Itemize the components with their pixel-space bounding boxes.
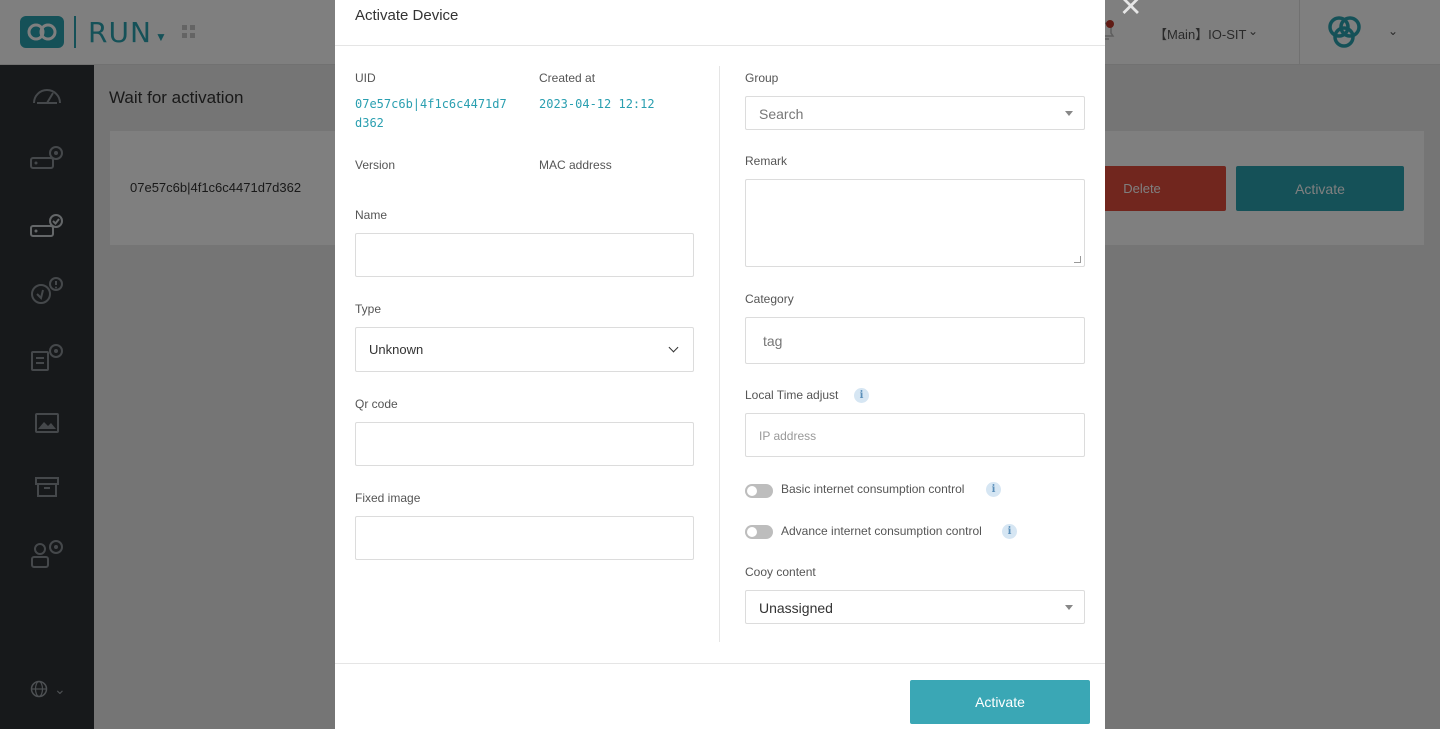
basic-consumption-toggle[interactable] xyxy=(745,484,773,498)
remark-textarea[interactable] xyxy=(745,179,1085,267)
name-label: Name xyxy=(355,208,388,222)
fixed-image-input[interactable] xyxy=(355,516,694,560)
uid-value-line2: d362 xyxy=(355,116,384,130)
resize-handle-icon[interactable] xyxy=(1074,256,1081,263)
uid-label: UID xyxy=(355,71,376,85)
group-label: Group xyxy=(745,71,779,85)
category-placeholder: tag xyxy=(763,333,783,349)
type-select-value: Unknown xyxy=(369,342,424,357)
ip-address-placeholder: IP address xyxy=(759,429,817,443)
dialog-footer: Activate xyxy=(335,663,1105,729)
remark-label: Remark xyxy=(745,154,788,168)
category-tag-input[interactable]: tag xyxy=(745,317,1085,364)
info-icon[interactable]: i xyxy=(986,482,1001,497)
basic-consumption-label: Basic internet consumption control xyxy=(781,482,965,496)
copy-content-select[interactable]: Unassigned xyxy=(745,590,1085,624)
uid-value-line1: 07e57c6b|4f1c6c4471d7 xyxy=(355,97,507,111)
ip-address-input[interactable]: IP address xyxy=(745,413,1085,457)
copy-content-label: Cooy content xyxy=(745,565,816,579)
qr-code-label: Qr code xyxy=(355,397,398,411)
dialog-title: Activate Device xyxy=(355,7,459,24)
chevron-down-icon xyxy=(668,342,679,353)
close-icon[interactable]: ✕ xyxy=(1119,0,1142,23)
group-search-placeholder: Search xyxy=(759,106,804,122)
version-label: Version xyxy=(355,158,396,172)
name-input[interactable] xyxy=(355,233,694,277)
activate-submit-button[interactable]: Activate xyxy=(910,680,1090,724)
advance-consumption-label: Advance internet consumption control xyxy=(781,524,982,538)
caret-down-icon xyxy=(1065,111,1073,116)
group-select[interactable]: Search xyxy=(745,96,1085,130)
type-select[interactable]: Unknown xyxy=(355,327,694,372)
category-label: Category xyxy=(745,292,794,306)
copy-content-value: Unassigned xyxy=(759,600,833,616)
created-at-label: Created at xyxy=(539,71,596,85)
fixed-image-label: Fixed image xyxy=(355,491,421,505)
dialog-header: Activate Device ✕ xyxy=(335,0,1142,46)
caret-down-icon xyxy=(1065,605,1073,610)
advance-consumption-toggle[interactable] xyxy=(745,525,773,539)
local-time-adjust-label: Local Time adjust xyxy=(745,388,839,402)
info-icon[interactable]: i xyxy=(854,388,869,403)
mac-address-label: MAC address xyxy=(539,158,612,172)
qr-code-input[interactable] xyxy=(355,422,694,466)
activate-device-dialog: Activate Device ✕ UID 07e57c6b|4f1c6c447… xyxy=(335,0,1142,729)
type-label: Type xyxy=(355,302,382,316)
info-icon[interactable]: i xyxy=(1002,524,1017,539)
column-divider xyxy=(719,66,720,642)
created-at-value: 2023-04-12 12:12 xyxy=(539,97,655,111)
